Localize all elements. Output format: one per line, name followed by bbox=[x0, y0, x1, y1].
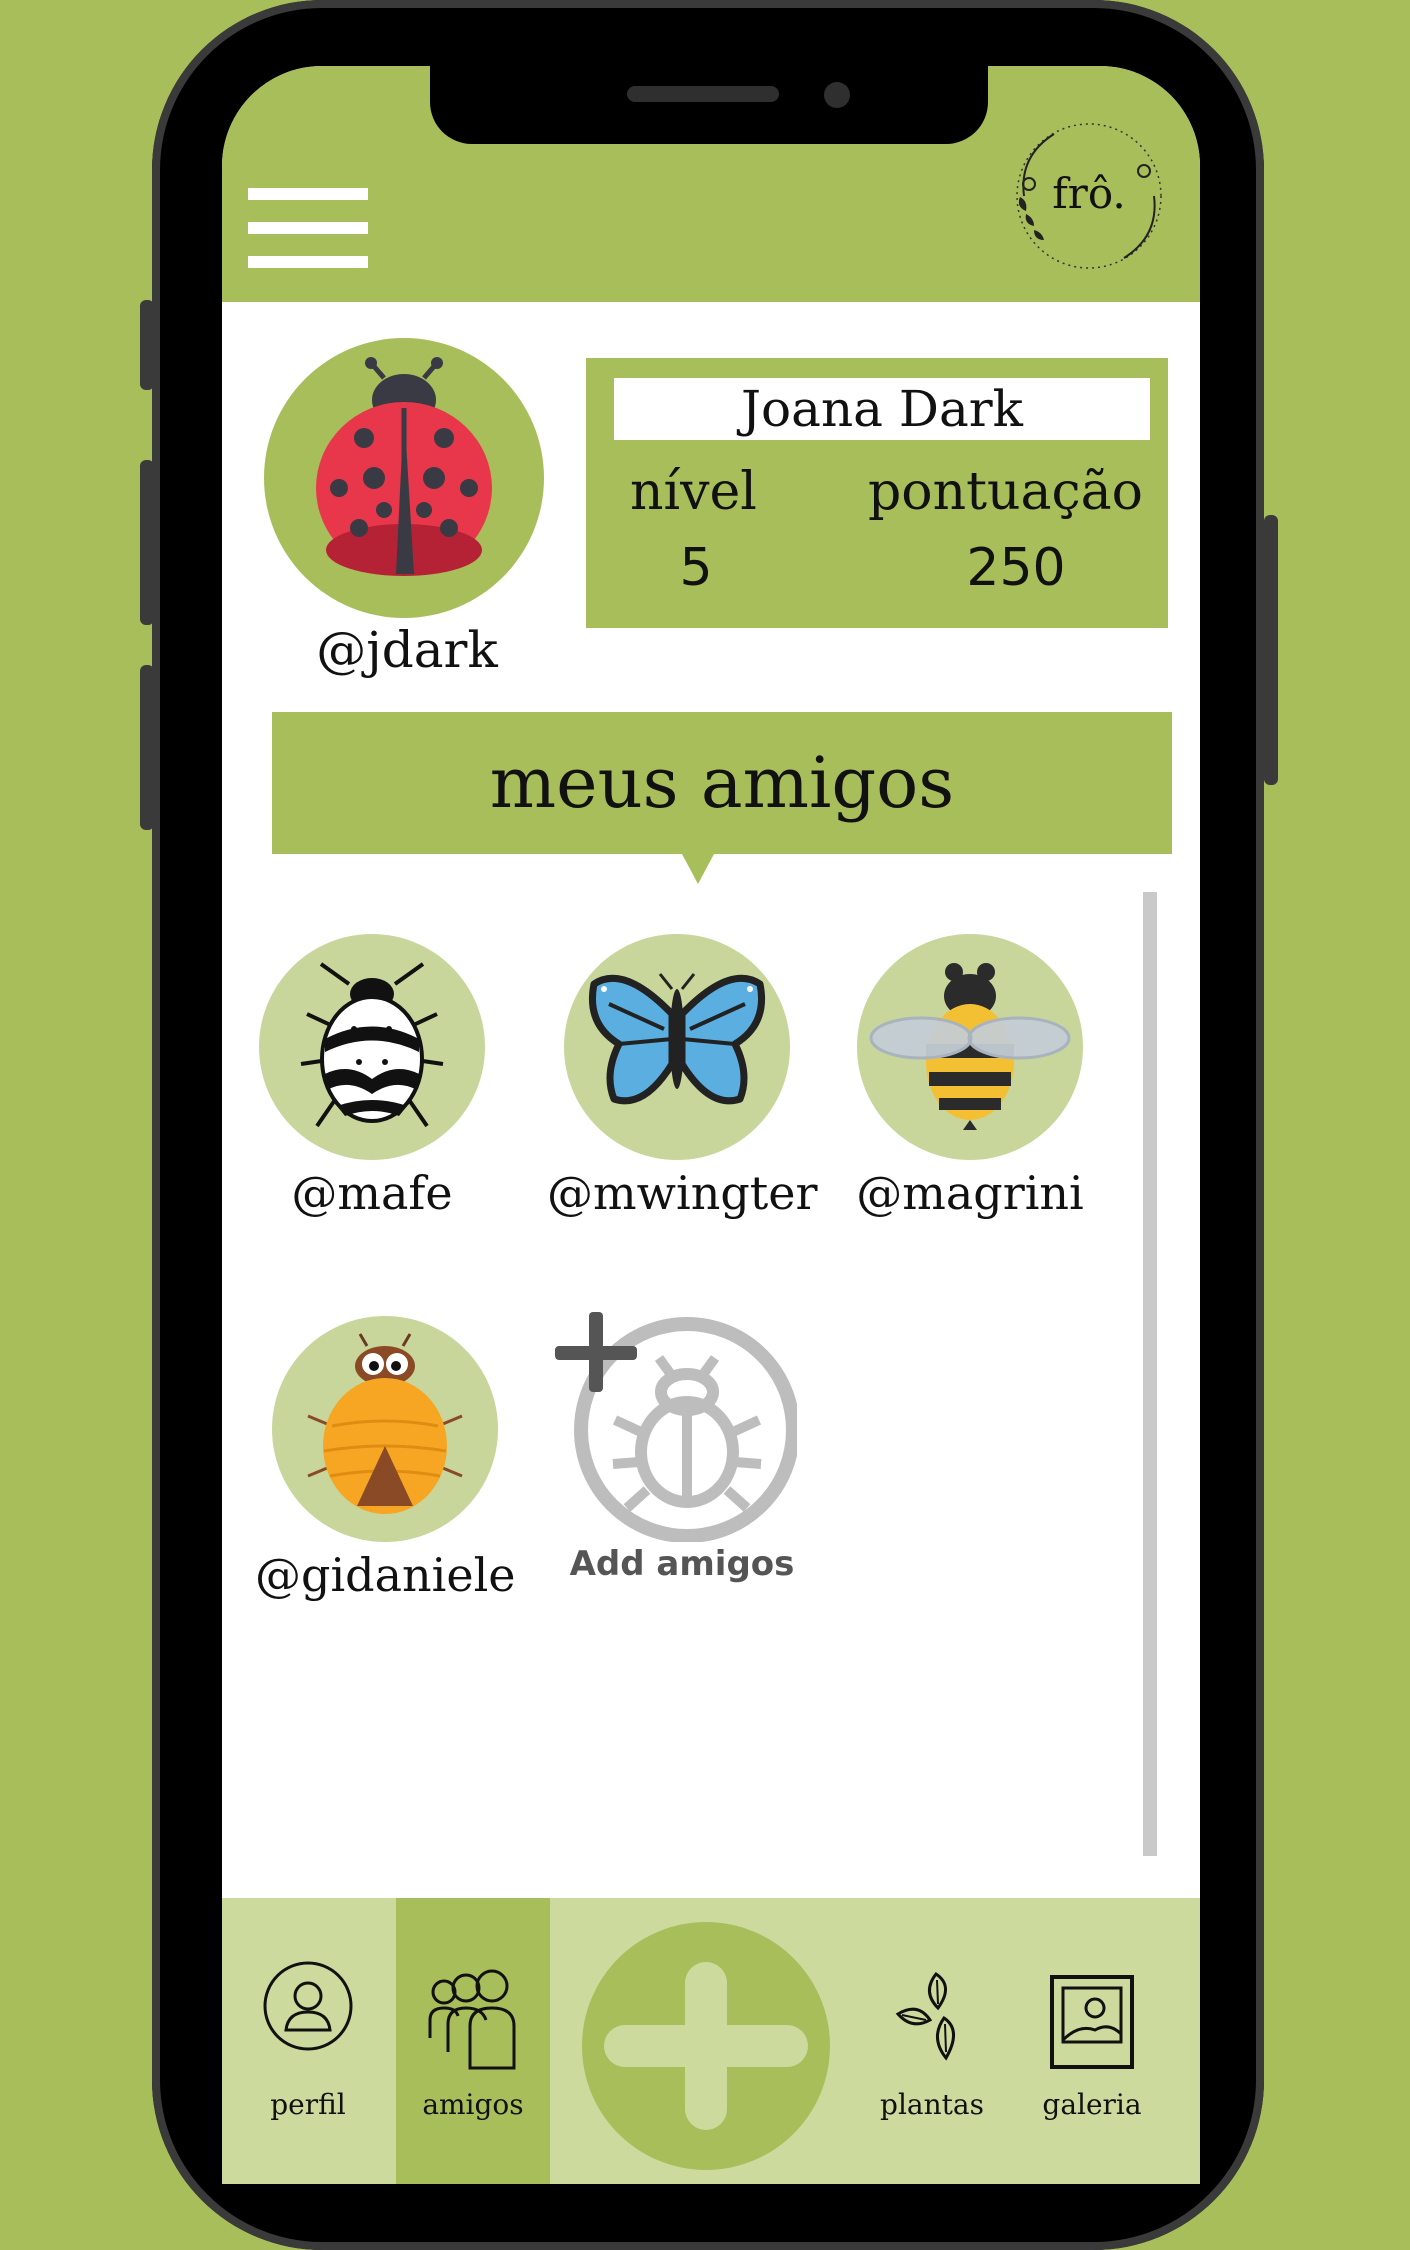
friend-handle: @mwingter bbox=[547, 1166, 818, 1220]
add-friend-graphic bbox=[555, 1312, 800, 1543]
profile-name: Joana Dark bbox=[614, 378, 1150, 440]
user-icon bbox=[263, 1961, 353, 2051]
profile-handle: @jdark bbox=[316, 621, 498, 679]
app-logo: frô. bbox=[1004, 116, 1174, 276]
power-button bbox=[1264, 515, 1278, 785]
friend-handle: @mafe bbox=[291, 1166, 453, 1220]
level-value: 5 bbox=[679, 538, 713, 598]
speaker bbox=[627, 86, 779, 102]
friend-avatar bbox=[564, 934, 790, 1160]
nav-item-perfil[interactable]: perfil bbox=[222, 1898, 394, 2184]
leaves-icon bbox=[895, 1971, 955, 2061]
nav-item-amigos[interactable]: amigos bbox=[396, 1898, 550, 2184]
score-label: pontuação bbox=[868, 462, 1143, 522]
friend-card[interactable]: @magrini bbox=[840, 934, 1100, 1220]
friends-section-title: meus amigos bbox=[272, 712, 1172, 854]
add-plant-button[interactable] bbox=[582, 1922, 830, 2170]
nav-label: amigos bbox=[422, 2088, 524, 2121]
volume-button bbox=[140, 460, 154, 625]
logo-text: frô. bbox=[1052, 169, 1126, 218]
friend-card[interactable]: @mafe bbox=[242, 934, 502, 1220]
screen: frô. @jdark Joana Dark nível pontuação 5… bbox=[222, 66, 1200, 2184]
plus-icon bbox=[555, 1312, 637, 1392]
nav-label: plantas bbox=[880, 2088, 984, 2121]
front-camera bbox=[824, 82, 850, 108]
butterfly-icon bbox=[588, 973, 766, 1105]
friend-card[interactable]: @gidaniele bbox=[255, 1316, 516, 1602]
profile-avatar bbox=[264, 338, 544, 618]
nav-label: galeria bbox=[1042, 2088, 1142, 2121]
nav-item-plantas[interactable]: plantas bbox=[862, 1898, 1002, 2184]
add-friend-button[interactable]: Add amigos bbox=[552, 1312, 812, 1584]
bee-icon bbox=[869, 963, 1071, 1130]
bottom-nav: perfil amigos plantas galeria bbox=[222, 1898, 1200, 2184]
nav-item-galeria[interactable]: galeria bbox=[1022, 1898, 1162, 2184]
profile-info-box: Joana Dark nível pontuação 5 250 bbox=[586, 358, 1168, 628]
add-friend-label: Add amigos bbox=[569, 1544, 795, 1584]
friend-avatar bbox=[259, 934, 485, 1160]
banner-pointer bbox=[682, 854, 714, 884]
yellow-bug-icon bbox=[307, 1333, 463, 1514]
level-label: nível bbox=[630, 462, 757, 522]
friend-avatar bbox=[272, 1316, 498, 1542]
friend-card[interactable]: @mwingter bbox=[547, 934, 818, 1220]
group-icon bbox=[428, 1969, 516, 2070]
friend-handle: @gidaniele bbox=[255, 1548, 516, 1602]
gallery-icon bbox=[1050, 1975, 1134, 2069]
volume-button bbox=[140, 665, 154, 830]
menu-button[interactable] bbox=[248, 188, 368, 268]
friend-handle: @magrini bbox=[856, 1166, 1084, 1220]
ladybug-icon bbox=[316, 357, 492, 576]
friend-avatar bbox=[857, 934, 1083, 1160]
scrollbar[interactable] bbox=[1143, 892, 1157, 1856]
beetle-icon bbox=[300, 962, 444, 1128]
nav-label: perfil bbox=[270, 2088, 346, 2121]
score-value: 250 bbox=[966, 538, 1066, 598]
volume-button bbox=[140, 300, 154, 390]
phone-notch bbox=[430, 66, 988, 144]
